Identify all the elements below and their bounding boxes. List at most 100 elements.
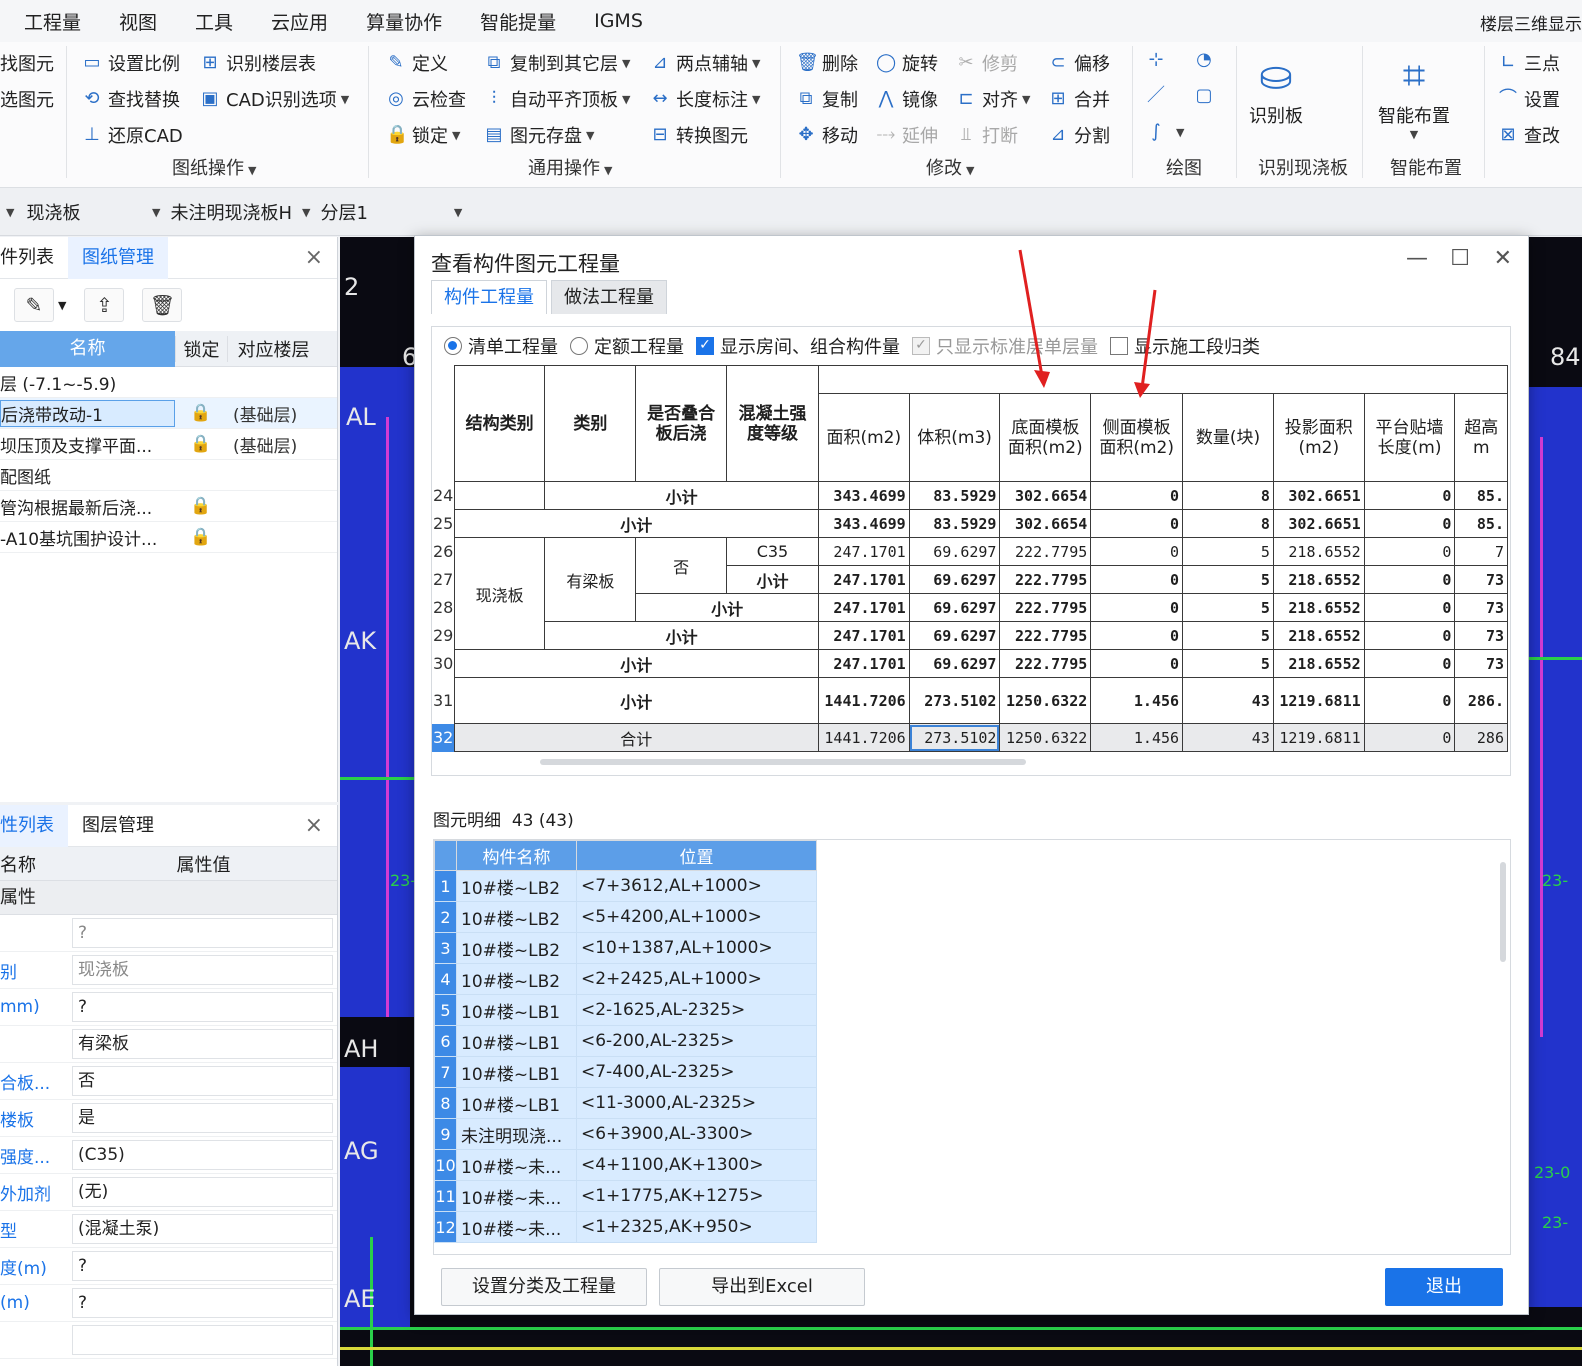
- mirror-button[interactable]: ⋀ 镜像: [876, 86, 938, 112]
- close-icon[interactable]: ×: [305, 245, 323, 270]
- cell-wall[interactable]: 0: [1363, 649, 1456, 678]
- cell-side[interactable]: 0: [1090, 537, 1184, 566]
- split-button[interactable]: ⊿ 分割: [1048, 122, 1110, 148]
- cell-vol[interactable]: 69.6297: [908, 649, 1001, 678]
- header-overheight[interactable]: 超高m: [1454, 393, 1508, 482]
- table-row[interactable]: 层 (-7.1~-5.9): [0, 367, 337, 398]
- menu-item-collab[interactable]: 算量协作: [347, 8, 461, 35]
- cell-qty[interactable]: 43: [1182, 677, 1274, 724]
- draw-rect-button[interactable]: ▢: [1194, 86, 1220, 106]
- table-row[interactable]: 31 小计 1441.7206 273.5102 1250.6322 1.456 43 121…: [432, 677, 1508, 724]
- cell-qty[interactable]: 5: [1182, 621, 1274, 650]
- list-item[interactable]: 2 10#楼~LB2 <5+4200,AL+1000>: [434, 901, 817, 933]
- two-point-aux-button[interactable]: ⊿ 两点辅轴 ▼: [650, 50, 760, 76]
- cell-qty[interactable]: 8: [1182, 481, 1274, 510]
- set-category-button[interactable]: 设置分类及工程量: [441, 1268, 647, 1306]
- element-position[interactable]: <7+3612,AL+1000>: [576, 870, 817, 902]
- property-value-field[interactable]: 现浇板: [72, 955, 333, 985]
- property-value-field[interactable]: (无): [72, 1177, 333, 1207]
- length-mark-button[interactable]: ↔ 长度标注 ▼: [650, 86, 760, 112]
- checkbox-icon[interactable]: ✓: [696, 337, 714, 355]
- move-button[interactable]: ✥ 移动: [796, 122, 858, 148]
- header-volume[interactable]: 体积(m3): [908, 393, 1001, 482]
- cell-composite[interactable]: 否: [635, 537, 728, 594]
- list-item[interactable]: 3 10#楼~LB2 <10+1387,AL+1000>: [434, 932, 817, 964]
- cell-bottom[interactable]: 1250.6322: [999, 677, 1092, 724]
- cell-vol[interactable]: 273.5102: [908, 723, 1001, 752]
- header-projection[interactable]: 投影面积(m2): [1272, 393, 1365, 482]
- property-value-field[interactable]: (混凝土泵): [72, 1214, 333, 1244]
- header-bottom-formwork[interactable]: 底面模板面积(m2): [999, 393, 1092, 482]
- cell-proj[interactable]: 218.6552: [1272, 593, 1365, 622]
- check-modify-button[interactable]: ⊠ 查改: [1498, 122, 1560, 148]
- smart-layout-button[interactable]: ⌗ 智能布置 ▼: [1376, 50, 1452, 141]
- cell-vol[interactable]: 69.6297: [908, 621, 1001, 650]
- export-excel-button[interactable]: 导出到Excel: [659, 1268, 865, 1306]
- property-value-field[interactable]: ?: [72, 1288, 333, 1318]
- element-name[interactable]: 10#楼~未...: [456, 1149, 577, 1181]
- property-value-field[interactable]: (C35): [72, 1140, 333, 1170]
- cell-qty[interactable]: 43: [1182, 723, 1274, 752]
- element-position[interactable]: <11-3000,AL-2325>: [576, 1087, 817, 1119]
- cell-over[interactable]: 73: [1454, 649, 1508, 678]
- trim-button[interactable]: ✂ 修剪: [956, 50, 1018, 76]
- header-side-formwork[interactable]: 侧面模板面积(m2): [1090, 393, 1184, 482]
- table-row[interactable]: 配图纸: [0, 460, 337, 491]
- break-button[interactable]: ⫫ 打断: [956, 122, 1018, 148]
- menu-item-quantity[interactable]: 工程量: [0, 8, 100, 35]
- tab-component-quantity[interactable]: 构件工程量: [431, 280, 547, 314]
- set-scale-button[interactable]: ▭ 设置比例: [82, 50, 180, 76]
- element-position[interactable]: <2+2425,AL+1000>: [576, 963, 817, 995]
- identify-floor-table-button[interactable]: ⊞ 识别楼层表: [200, 50, 316, 76]
- radio-option[interactable]: 定额工程量: [570, 333, 684, 359]
- copy-to-floor-button[interactable]: ⧉ 复制到其它层 ▼: [484, 50, 631, 76]
- table-row[interactable]: 24 小计 343.4699 83.5929 302.6654 0 8 302.6651 0 85…: [432, 481, 1508, 510]
- cell-area[interactable]: 1441.7206: [817, 723, 910, 752]
- cell-side[interactable]: 0: [1090, 593, 1184, 622]
- cell-wall[interactable]: 0: [1363, 565, 1456, 594]
- cell-over[interactable]: 73: [1454, 621, 1508, 650]
- menu-item-tools[interactable]: 工具: [176, 8, 252, 35]
- cell-area[interactable]: 1441.7206: [817, 677, 910, 724]
- column-position[interactable]: 位置: [576, 840, 817, 871]
- tab-method-quantity[interactable]: 做法工程量: [551, 280, 667, 314]
- tab-component-list[interactable]: 件列表: [0, 237, 68, 279]
- property-value-field[interactable]: ?: [72, 1251, 333, 1281]
- cell-proj[interactable]: 218.6552: [1272, 537, 1365, 566]
- table-row[interactable]: -A10基坑围护设计... 🔒: [0, 522, 337, 553]
- general-ops-group[interactable]: 通用操作 ▼: [528, 154, 612, 180]
- menu-item-view[interactable]: 视图: [100, 8, 176, 35]
- menu-item-cloud[interactable]: 云应用: [252, 8, 347, 35]
- cell-total[interactable]: 合计: [453, 723, 819, 752]
- property-value-field[interactable]: ?: [72, 992, 333, 1022]
- cell-area[interactable]: 247.1701: [817, 537, 910, 566]
- cell-subtotal[interactable]: 小计: [726, 565, 819, 594]
- cell-vol[interactable]: 69.6297: [908, 593, 1001, 622]
- exit-button[interactable]: 退出: [1385, 1268, 1503, 1306]
- cell-side[interactable]: 1.456: [1090, 723, 1184, 752]
- header-structure[interactable]: 结构类别: [453, 365, 546, 482]
- import-drawing-button[interactable]: ⇪: [84, 288, 125, 322]
- cell-subtotal[interactable]: 小计: [635, 593, 819, 622]
- close-icon[interactable]: ×: [305, 813, 323, 838]
- element-name[interactable]: 10#楼~LB1: [456, 1056, 577, 1088]
- cell-subtotal[interactable]: 小计: [453, 509, 819, 538]
- chevron-down-icon[interactable]: ▼: [58, 299, 66, 312]
- minimize-icon[interactable]: —: [1406, 246, 1428, 271]
- header-wall-length[interactable]: 平台贴墙长度(m): [1363, 393, 1456, 482]
- cell-wall[interactable]: 0: [1363, 621, 1456, 650]
- cell-structure[interactable]: 现浇板: [453, 537, 546, 650]
- lock-icon[interactable]: 🔒: [175, 527, 227, 547]
- extend-button[interactable]: ⤏ 延伸: [876, 122, 938, 148]
- layer-select[interactable]: ▼ 分层1 ▼: [296, 196, 462, 228]
- cell-wall[interactable]: 0: [1363, 537, 1456, 566]
- table-row[interactable]: 30 小计 247.1701 69.6297 222.7795 0 5 218.6552 0 73: [432, 649, 1508, 678]
- cad-options-button[interactable]: ▣ CAD识别选项 ▼: [200, 86, 349, 112]
- cell-side[interactable]: 0: [1090, 621, 1184, 650]
- element-position[interactable]: <1+2325,AK+950>: [576, 1211, 817, 1243]
- identify-slab-button[interactable]: ⛀ 识别板: [1246, 50, 1306, 128]
- checkbox-option[interactable]: ✓ 显示房间、组合构件量: [696, 333, 900, 359]
- radio-icon[interactable]: [570, 337, 588, 355]
- cell-subtotal[interactable]: 小计: [544, 481, 819, 510]
- cell-side[interactable]: 0: [1090, 509, 1184, 538]
